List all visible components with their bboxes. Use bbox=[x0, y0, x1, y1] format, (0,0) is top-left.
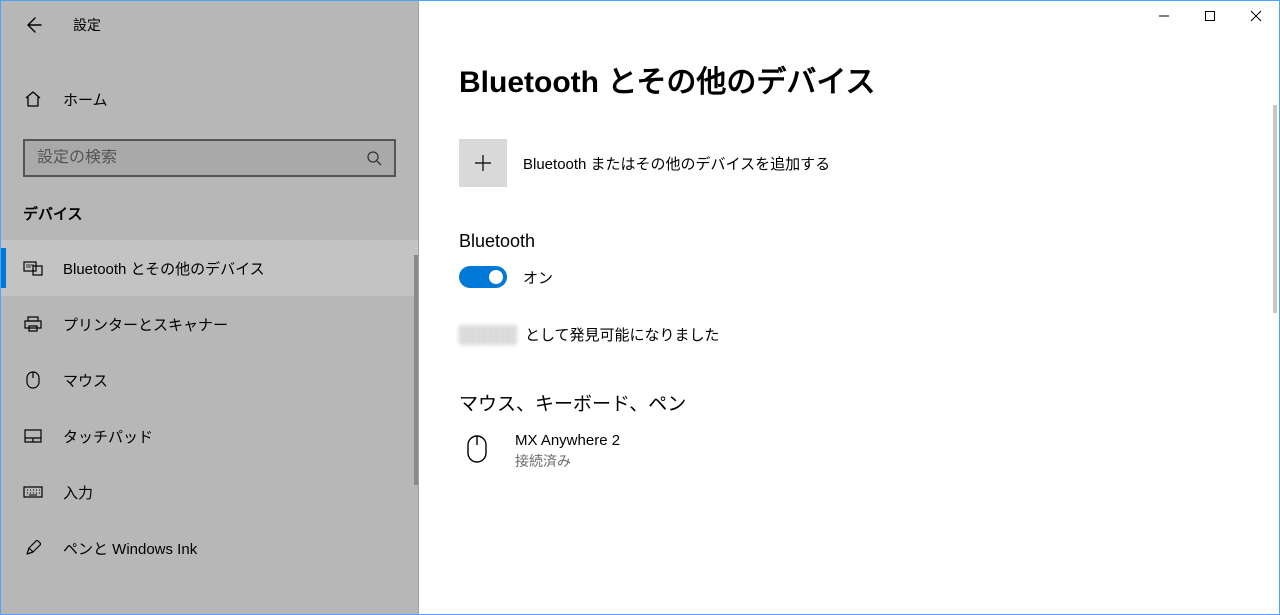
sidebar-item-typing[interactable]: 入力 bbox=[1, 464, 418, 520]
window-title: 設定 bbox=[73, 15, 101, 35]
sidebar-nav: Bluetooth とその他のデバイス プリンターとスキャナー マウス タッチパ… bbox=[1, 240, 418, 576]
sidebar-item-label: Bluetooth とその他のデバイス bbox=[63, 258, 265, 279]
sidebar-item-label: ペンと Windows Ink bbox=[63, 538, 197, 559]
sidebar-item-label: 入力 bbox=[63, 482, 93, 503]
main-scrollbar[interactable] bbox=[1273, 105, 1277, 313]
main-content: Bluetooth とその他のデバイス Bluetooth またはその他のデバイ… bbox=[419, 1, 1279, 614]
add-device-tile bbox=[459, 139, 507, 187]
page-title: Bluetooth とその他のデバイス bbox=[459, 57, 1279, 101]
maximize-button[interactable] bbox=[1187, 1, 1233, 31]
close-button[interactable] bbox=[1233, 1, 1279, 31]
bluetooth-toggle[interactable] bbox=[459, 266, 507, 288]
device-section-label: マウス、キーボード、ペン bbox=[459, 389, 1279, 416]
sidebar-item-label: プリンターとスキャナー bbox=[63, 314, 228, 335]
sidebar-item-pen[interactable]: ペンと Windows Ink bbox=[1, 520, 418, 576]
pen-icon bbox=[25, 540, 41, 556]
discoverable-text: として発見可能になりました bbox=[459, 324, 1279, 345]
home-nav-item[interactable]: ホーム bbox=[1, 77, 418, 121]
close-icon bbox=[1250, 10, 1262, 22]
device-name: MX Anywhere 2 bbox=[515, 432, 620, 449]
sidebar-item-label: タッチパッド bbox=[63, 426, 153, 447]
sidebar-item-touchpad[interactable]: タッチパッド bbox=[1, 408, 418, 464]
window-controls bbox=[1141, 1, 1279, 31]
keyboard-icon bbox=[23, 486, 43, 498]
settings-sidebar: 設定 ホーム デバイス Bluetooth とその他のデバイス プリンターとスキ… bbox=[1, 1, 419, 614]
maximize-icon bbox=[1204, 10, 1216, 22]
minimize-button[interactable] bbox=[1141, 1, 1187, 31]
add-device-button[interactable]: Bluetooth またはその他のデバイスを追加する bbox=[459, 139, 1279, 187]
home-icon bbox=[24, 90, 42, 108]
search-icon bbox=[366, 150, 382, 166]
sidebar-section-label: デバイス bbox=[23, 203, 418, 224]
printer-icon bbox=[24, 316, 42, 332]
mouse-icon bbox=[466, 434, 488, 464]
bluetooth-toggle-state: オン bbox=[523, 267, 553, 288]
sidebar-item-mouse[interactable]: マウス bbox=[1, 352, 418, 408]
search-box[interactable] bbox=[23, 139, 396, 177]
home-label: ホーム bbox=[63, 89, 108, 110]
bluetooth-toggle-row: オン bbox=[459, 266, 1279, 288]
minimize-icon bbox=[1158, 10, 1170, 22]
add-device-label: Bluetooth またはその他のデバイスを追加する bbox=[523, 153, 830, 174]
bluetooth-section-label: Bluetooth bbox=[459, 231, 1279, 252]
mouse-icon bbox=[26, 371, 40, 389]
discoverable-suffix: として発見可能になりました bbox=[525, 324, 720, 345]
plus-icon bbox=[472, 152, 494, 174]
sidebar-scrollbar[interactable] bbox=[414, 255, 418, 485]
device-item[interactable]: MX Anywhere 2 接続済み bbox=[459, 432, 1279, 471]
toggle-knob bbox=[489, 270, 503, 284]
device-status: 接続済み bbox=[515, 451, 620, 471]
sidebar-header: 設定 bbox=[1, 7, 418, 43]
sidebar-item-bluetooth-devices[interactable]: Bluetooth とその他のデバイス bbox=[1, 240, 418, 296]
touchpad-icon bbox=[24, 429, 42, 443]
sidebar-item-label: マウス bbox=[63, 370, 108, 391]
device-name-redacted bbox=[459, 325, 517, 345]
search-input[interactable] bbox=[37, 149, 364, 167]
arrow-left-icon bbox=[23, 15, 43, 35]
sidebar-item-printers[interactable]: プリンターとスキャナー bbox=[1, 296, 418, 352]
back-button[interactable] bbox=[21, 13, 45, 37]
devices-icon bbox=[23, 260, 43, 276]
